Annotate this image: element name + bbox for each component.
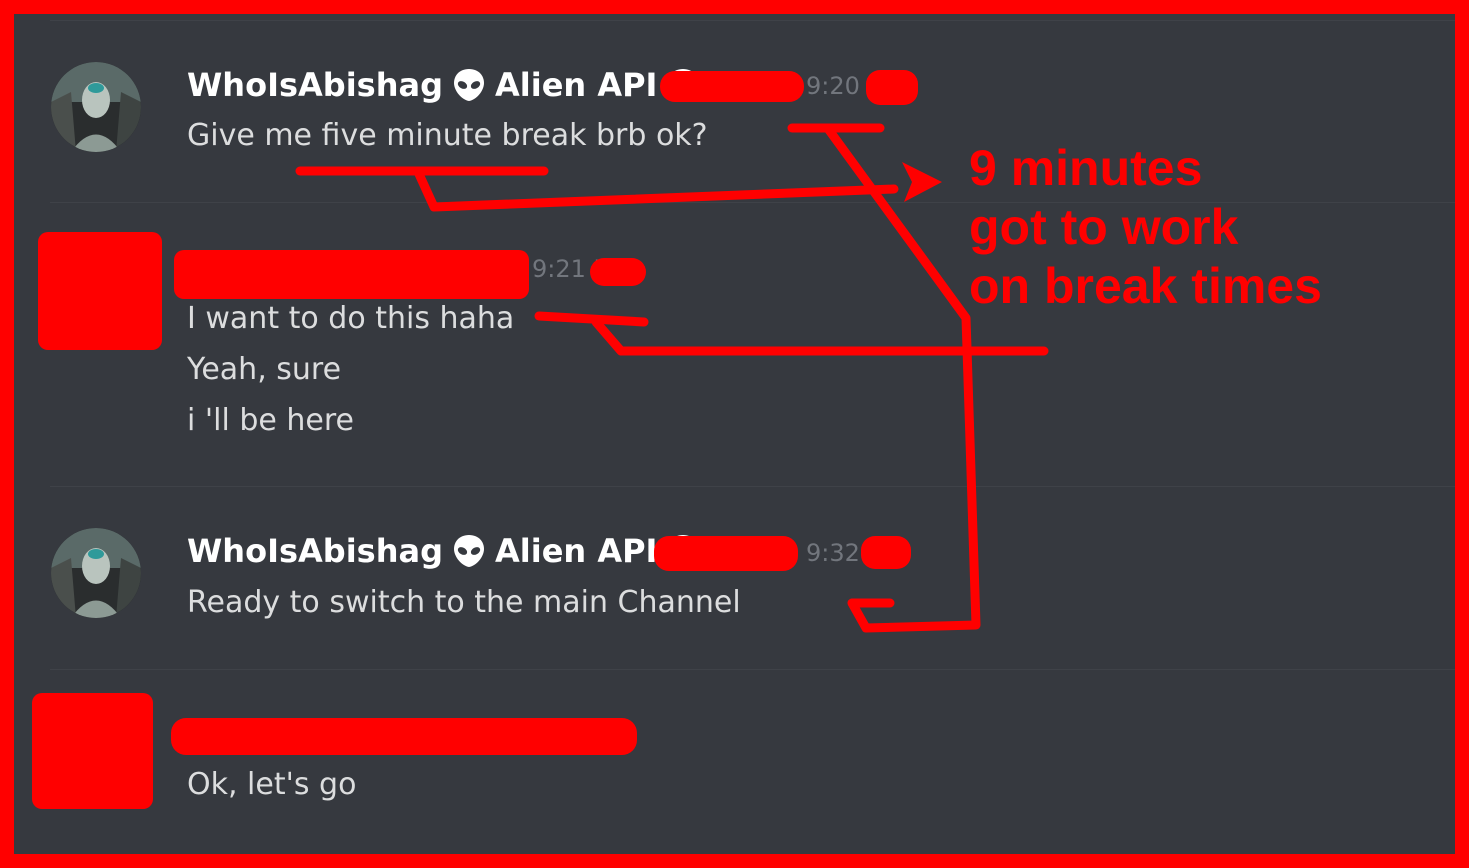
annotation-note: 9 minutes got to work on break times (969, 139, 1322, 316)
chat-panel: WhoIsAbishag Alien API 9:20 Give me five… (14, 14, 1455, 854)
annotation-line (591, 317, 1049, 356)
annotation-line (824, 125, 981, 633)
annotation-line-2: got to work (969, 199, 1239, 255)
annotation-line (414, 169, 899, 212)
annotation-line-1: 9 minutes (969, 140, 1203, 196)
arrowhead-icon (902, 162, 942, 202)
annotation-line-3: on break times (969, 258, 1322, 314)
annotation-line (534, 311, 649, 327)
